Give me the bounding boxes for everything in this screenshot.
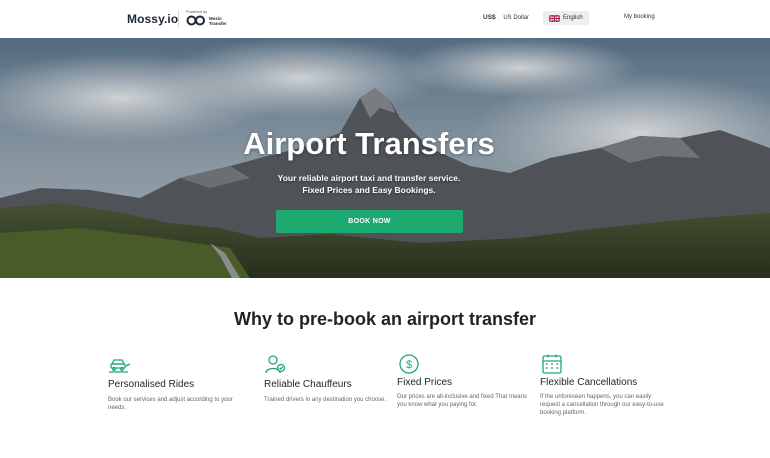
my-booking-link[interactable]: My booking [624, 14, 655, 20]
partner-logo-icon [186, 15, 205, 26]
header-divider [178, 10, 179, 28]
partner-name-line2: Transfer [209, 21, 227, 26]
feature-title: Flexible Cancellations [540, 377, 638, 388]
currency-label: US Dollar [503, 15, 530, 21]
calendar-icon [542, 354, 562, 374]
feature-description: Book our services and adjust according t… [108, 397, 233, 411]
chauffeur-icon [265, 355, 286, 374]
hero-subtitle-line2: Fixed Prices and Easy Bookings. [302, 185, 436, 195]
powered-by-badge: Powered by Mozio Transfer [186, 9, 246, 29]
language-selector[interactable]: English [543, 11, 589, 25]
partner-name: Mozio Transfer [209, 16, 233, 26]
currency-selector[interactable]: US$ US Dollar [483, 14, 529, 21]
feature-title: Fixed Prices [397, 377, 453, 388]
svg-text:$: $ [406, 359, 412, 371]
top-navigation-bar: Mossy.io Powered by Mozio Transfer US$ U… [0, 0, 770, 39]
brand-logo[interactable]: Mossy.io [127, 12, 178, 26]
dollar-icon: $ [399, 354, 419, 374]
car-hands-icon [109, 359, 131, 373]
hero-title: Airport Transfers [243, 126, 495, 161]
hero-subtitle-line1: Your reliable airport taxi and transfer … [277, 173, 461, 183]
powered-by-text: Powered by [186, 9, 208, 14]
language-label: English [563, 14, 583, 21]
uk-flag-icon [549, 15, 560, 22]
feature-title: Reliable Chauffeurs [264, 379, 352, 390]
book-now-button[interactable]: BOOK NOW [276, 210, 463, 233]
feature-description: If the unforeseen happens, you can easil… [540, 394, 664, 416]
hero-section: Airport Transfers Your reliable airport … [0, 38, 770, 278]
feature-description: Trained drivers in any destination you c… [264, 397, 387, 403]
currency-symbol: US$ [483, 14, 496, 21]
feature-description: Our prices are all-inclusive and fixed T… [397, 394, 527, 408]
feature-title: Personalised Rides [108, 379, 195, 390]
why-section-title: Why to pre-book an airport transfer [233, 309, 537, 329]
